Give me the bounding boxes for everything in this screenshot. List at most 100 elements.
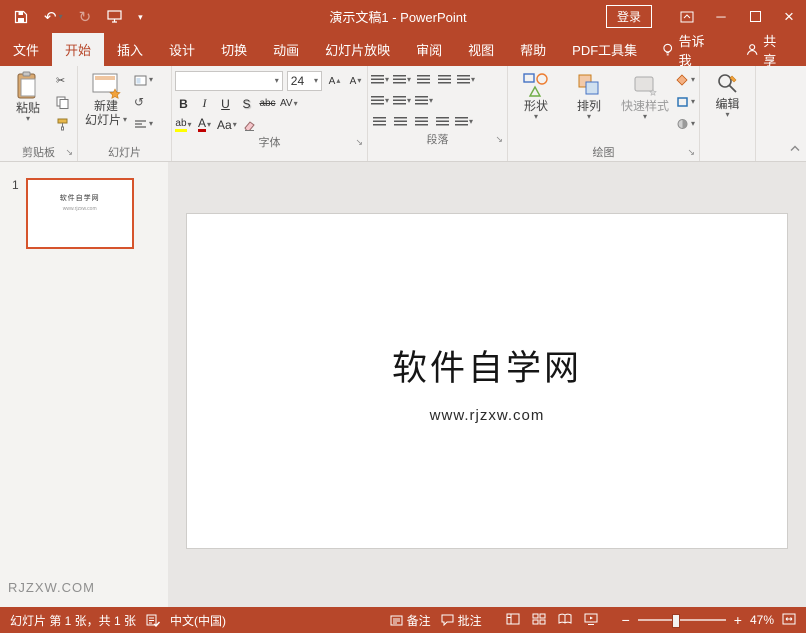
notes-button[interactable]: 备注	[390, 612, 431, 629]
quick-styles-button[interactable]: 快速样式 ▾	[617, 68, 673, 121]
redo-icon[interactable]: ↻	[79, 8, 92, 26]
tab-pdf-tools[interactable]: PDF工具集	[559, 33, 650, 66]
decrease-indent-button[interactable]	[415, 71, 432, 88]
tab-insert[interactable]: 插入	[104, 33, 156, 66]
ribbon-display-options-icon[interactable]	[670, 0, 704, 33]
shapes-button[interactable]: 形状 ▾	[511, 68, 561, 121]
character-spacing-button[interactable]: AV ▾	[280, 95, 298, 112]
format-painter-button[interactable]	[56, 116, 69, 132]
tab-transitions[interactable]: 切换	[208, 33, 260, 66]
zoom-slider[interactable]	[637, 614, 726, 628]
clear-formatting-button[interactable]	[241, 116, 258, 133]
tab-help[interactable]: 帮助	[507, 33, 559, 66]
minimize-button[interactable]: ─	[704, 0, 738, 33]
slide-subtitle-text[interactable]: www.rjzxw.com	[187, 407, 787, 424]
slide-canvas[interactable]: 软件自学网 www.rjzxw.com	[186, 213, 788, 549]
line-spacing-button[interactable]: ▾	[457, 71, 475, 88]
normal-view-button[interactable]	[506, 613, 520, 628]
zoom-out-button[interactable]: −	[622, 613, 630, 627]
shapes-icon	[523, 73, 548, 97]
bold-button[interactable]: B	[175, 95, 192, 112]
signin-button[interactable]: 登录	[605, 5, 652, 28]
paste-label: 粘贴	[15, 101, 40, 115]
editing-button[interactable]: 编辑 ▾	[703, 68, 752, 119]
maximize-button[interactable]	[738, 0, 772, 33]
tab-slideshow[interactable]: 幻灯片放映	[312, 33, 403, 66]
close-button[interactable]: ×	[772, 0, 806, 33]
zoom-level[interactable]: 47%	[750, 613, 774, 627]
slide-title-text[interactable]: 软件自学网	[187, 340, 787, 391]
bullets-button[interactable]: ▾	[371, 71, 389, 88]
shape-effects-button[interactable]: ▾	[676, 116, 695, 132]
decrease-font-size-button[interactable]: A ▾	[347, 73, 364, 90]
align-left-button[interactable]	[371, 113, 388, 130]
reading-view-button[interactable]	[558, 613, 572, 628]
slideshow-view-button[interactable]	[584, 613, 598, 628]
zoom-slider-thumb[interactable]	[671, 614, 680, 628]
layout-button[interactable]: ▾	[134, 72, 153, 88]
tab-review[interactable]: 审阅	[403, 33, 455, 66]
tab-design[interactable]: 设计	[156, 33, 208, 66]
tab-view[interactable]: 视图	[455, 33, 507, 66]
reading-view-icon	[558, 613, 572, 624]
align-right-button[interactable]	[413, 113, 430, 130]
slide-indicator[interactable]: 幻灯片 第 1 张，共 1 张	[10, 612, 136, 629]
collapse-ribbon-button[interactable]	[790, 139, 800, 157]
clipboard-dialog-launcher-icon[interactable]: ↘	[65, 148, 73, 157]
qat-customize-icon[interactable]: ▾	[138, 12, 143, 21]
font-size-combo[interactable]: 24 ▾	[286, 71, 322, 91]
paste-button[interactable]: 粘贴 ▾	[3, 68, 53, 123]
save-icon[interactable]	[14, 10, 28, 24]
cut-button[interactable]: ✂	[56, 72, 69, 88]
shape-outline-button[interactable]: ▾	[676, 94, 695, 110]
columns-button[interactable]: ▾	[455, 113, 473, 130]
align-text-button[interactable]: ▾	[393, 92, 411, 109]
drawing-dialog-launcher-icon[interactable]: ↘	[687, 148, 695, 157]
comments-button[interactable]: 批注	[441, 612, 482, 629]
slide-thumbnail[interactable]: 软件自学网 www.rjzxw.com	[25, 178, 134, 249]
arrange-button[interactable]: 排列 ▾	[564, 68, 614, 121]
tab-file[interactable]: 文件	[0, 33, 52, 66]
fit-to-window-button[interactable]	[782, 613, 796, 628]
language-indicator[interactable]: 中文(中国)	[170, 612, 226, 629]
ribbon: 粘贴 ▾ ✂ 剪贴板 ↘ 新建 幻灯片 ▾ ▾ ↺ ▾ 幻灯片 ▾ 24 ▾ A…	[0, 66, 806, 162]
underline-button[interactable]: U	[217, 95, 234, 112]
tell-me-button[interactable]: 告诉我	[650, 33, 728, 68]
increase-indent-button[interactable]	[436, 71, 453, 88]
share-button[interactable]: 共享	[728, 33, 806, 68]
new-slide-button[interactable]: 新建 幻灯片 ▾	[81, 68, 131, 127]
change-case-button[interactable]: Aa ▾	[217, 116, 237, 133]
reset-button[interactable]: ↺	[134, 94, 153, 110]
copy-button[interactable]	[56, 94, 69, 110]
share-label: 共享	[763, 33, 777, 68]
undo-icon[interactable]: ↶ ▾	[44, 8, 63, 26]
zoom-in-button[interactable]: +	[734, 613, 742, 627]
increase-font-size-button[interactable]: A ▴	[326, 73, 343, 90]
dropdown-arrow-icon: ▾	[429, 95, 434, 105]
tab-animations[interactable]: 动画	[260, 33, 312, 66]
strikethrough-button[interactable]: abc	[259, 95, 276, 112]
text-direction-button[interactable]: ▾	[371, 92, 389, 109]
layout-icon	[134, 75, 147, 85]
font-color-button[interactable]: A ▾	[196, 116, 213, 133]
font-name-combo[interactable]: ▾	[175, 71, 283, 91]
italic-button[interactable]: I	[196, 95, 213, 112]
tab-home[interactable]: 开始	[52, 33, 105, 66]
slide-sorter-view-button[interactable]	[532, 613, 546, 628]
spellcheck-button[interactable]	[146, 614, 161, 627]
align-center-button[interactable]	[392, 113, 409, 130]
font-dialog-launcher-icon[interactable]: ↘	[355, 138, 363, 147]
dropdown-arrow-icon: ▾	[407, 74, 412, 84]
text-highlight-button[interactable]: ab ▾	[175, 116, 192, 133]
smartart-convert-button[interactable]: ▾	[415, 92, 433, 109]
person-icon	[746, 44, 758, 55]
start-slideshow-icon[interactable]	[107, 10, 122, 23]
titlebar: ↶ ▾ ↻ ▾ 演示文稿1 - PowerPoint 登录 ─ ×	[0, 0, 806, 33]
slide-thumbnail-panel: 1 软件自学网 www.rjzxw.com RJZXW.COM	[0, 162, 168, 607]
shape-fill-button[interactable]: ▾	[676, 72, 695, 88]
text-shadow-button[interactable]: S	[238, 95, 255, 112]
numbering-button[interactable]: ▾	[393, 71, 411, 88]
paragraph-dialog-launcher-icon[interactable]: ↘	[495, 135, 503, 144]
justify-button[interactable]	[434, 113, 451, 130]
section-button[interactable]: ▾	[134, 116, 153, 132]
